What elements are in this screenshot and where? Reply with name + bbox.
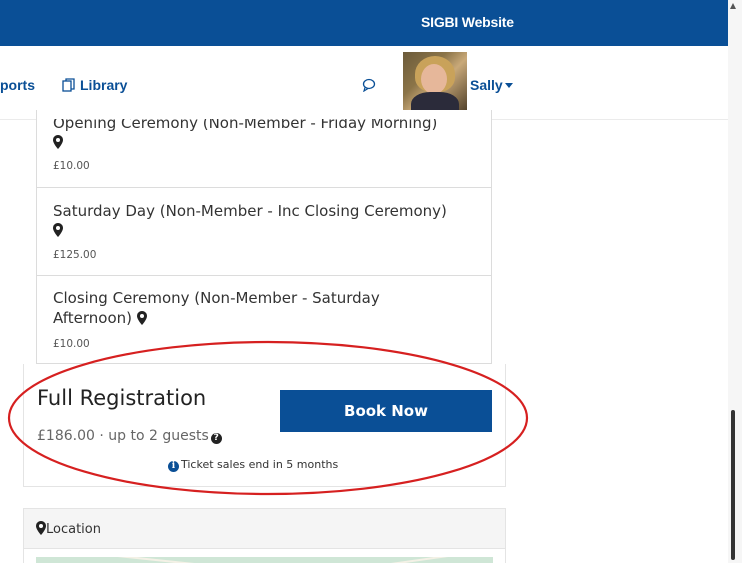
ticket-title: Saturday Day (Non-Member - Inc Closing C… (53, 202, 447, 220)
user-name-label: Sally (470, 77, 503, 93)
ticket-item[interactable]: Saturday Day (Non-Member - Inc Closing C… (37, 188, 491, 276)
library-icon (62, 78, 75, 92)
location-header: Location (24, 509, 505, 549)
location-panel: Location (23, 508, 506, 563)
chevron-down-icon (504, 83, 513, 88)
user-avatar[interactable] (403, 52, 467, 114)
map-pin-icon[interactable] (136, 309, 147, 327)
location-map[interactable] (36, 557, 493, 563)
ticket-title: Closing Ceremony (Non-Member - Saturday … (53, 289, 380, 327)
sigbi-website-link[interactable]: SIGBI Website (421, 14, 514, 30)
ticket-title-wrap: Closing Ceremony (Non-Member - Saturday … (37, 288, 417, 328)
map-pin-icon (36, 521, 46, 535)
location-label: Location (46, 522, 101, 537)
scrollbar-thumb[interactable] (731, 410, 735, 560)
nav-reports-link[interactable]: ports (0, 77, 35, 93)
map-pin-icon[interactable] (53, 222, 63, 240)
ticket-item[interactable]: Opening Ceremony (Non-Member - Friday Mo… (37, 110, 491, 188)
chat-bubble-icon[interactable] (362, 78, 376, 97)
scroll-up-icon[interactable] (730, 3, 736, 9)
ticket-price: £10.00 (53, 160, 90, 172)
ticket-title: Opening Ceremony (Non-Member - Friday Mo… (53, 114, 438, 132)
user-menu[interactable]: Sally (470, 77, 513, 93)
ticket-price: £125.00 (53, 249, 97, 261)
page-scrollbar[interactable] (728, 0, 742, 563)
nav-bar: ports Library Sally (0, 46, 728, 120)
location-title: Location (36, 521, 101, 537)
highlight-ellipse (7, 340, 529, 496)
nav-library-label: Library (80, 77, 128, 93)
ticket-list: Opening Ceremony (Non-Member - Friday Mo… (36, 110, 492, 364)
top-bar: SIGBI Website (0, 0, 728, 46)
nav-library-link[interactable]: Library (62, 77, 127, 93)
map-pin-icon[interactable] (53, 134, 63, 152)
